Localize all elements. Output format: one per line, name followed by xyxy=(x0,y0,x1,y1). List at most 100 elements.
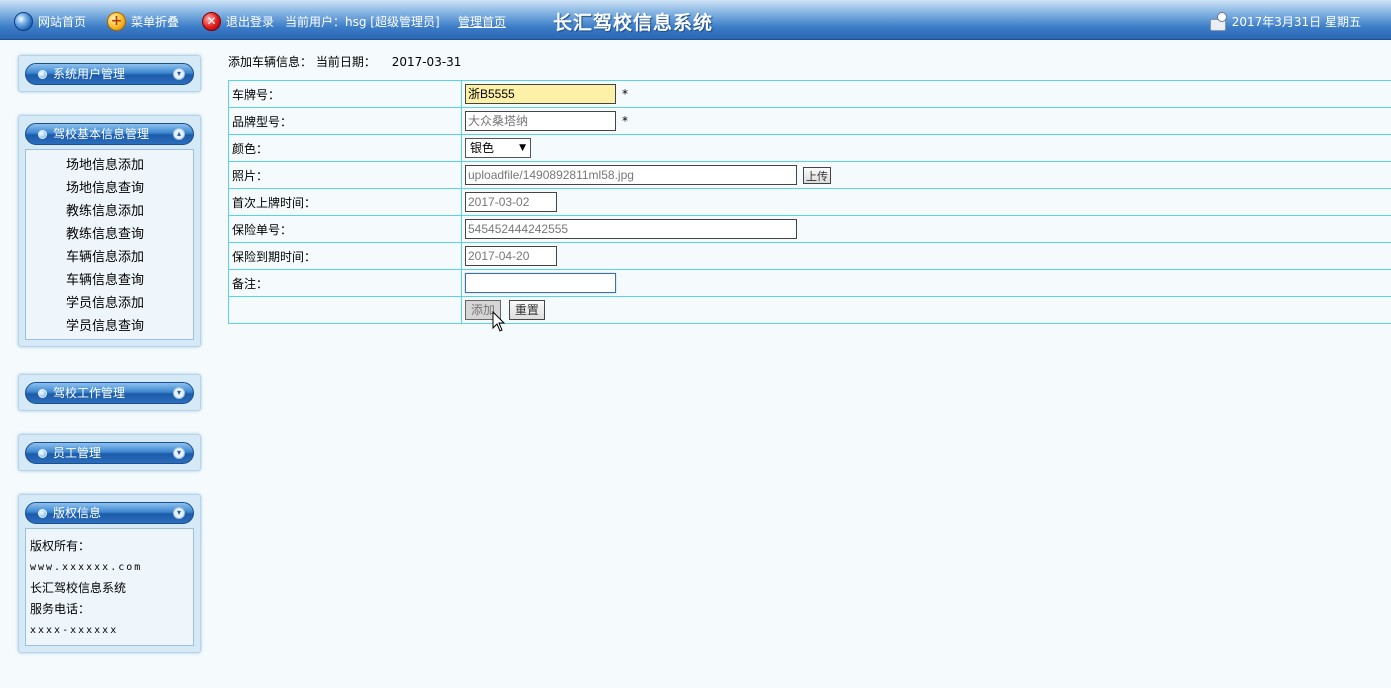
form-row-photo: 照片： uploadfile/1490892811ml58.jpg 上传 xyxy=(228,161,1391,189)
logout-link[interactable]: ✕ 退出登录 xyxy=(202,11,274,31)
chevron-down-icon[interactable]: ▾ xyxy=(173,447,185,459)
menu-toggle-label: 菜单折叠 xyxy=(131,14,180,29)
insurance-expiry-label: 保险到期时间： xyxy=(228,242,462,270)
panel-menu: 场地信息添加 场地信息查询 教练信息添加 教练信息查询 车辆信息添加 车辆信息查… xyxy=(25,149,194,340)
bullet-icon xyxy=(38,130,47,139)
panel-title: 驾校工作管理 xyxy=(53,386,126,400)
system-title: 长汇驾校信息系统 xyxy=(553,12,714,34)
panel-header-system-users[interactable]: 系统用户管理 ▾ xyxy=(25,63,194,85)
panel-title: 员工管理 xyxy=(53,446,102,460)
bullet-icon xyxy=(38,70,47,79)
menu-item-coach-add[interactable]: 教练信息添加 xyxy=(26,200,193,223)
panel-school-work: 驾校工作管理 ▾ xyxy=(18,374,201,411)
date-value: 2017-03-31 xyxy=(391,55,462,69)
first-registration-label: 首次上牌时间： xyxy=(228,188,462,216)
close-icon: ✕ xyxy=(202,11,221,31)
copyright-body: 版权所有： www.xxxxxx.com 长汇驾校信息系统 服务电话： xxxx… xyxy=(25,528,194,646)
plate-input[interactable]: 浙B5555 xyxy=(465,84,616,104)
date-text: 2017年3月31日 星期五 xyxy=(1231,14,1361,29)
panel-header-school-basic-info[interactable]: 驾校基本信息管理 ▴ xyxy=(25,123,194,145)
date-label: 当前日期： xyxy=(315,55,376,69)
required-mark: * xyxy=(622,86,628,101)
admin-home-label: 管理首页 xyxy=(458,14,507,29)
home-link[interactable]: 网站首页 xyxy=(14,11,86,31)
vehicle-form: 车牌号： 浙B5555 * 品牌型号： 大众桑塔纳 * 颜色： 银色 ▼ 照片： up… xyxy=(228,80,1391,324)
panel-header-school-work[interactable]: 驾校工作管理 ▾ xyxy=(25,382,194,404)
form-row-insurance-number: 保险单号： 545452444242555 xyxy=(228,215,1391,243)
insurance-number-label: 保险单号： xyxy=(228,215,462,243)
remark-input[interactable] xyxy=(465,273,616,293)
page-heading: 添加车辆信息： 当前日期： 2017-03-31 xyxy=(228,53,461,70)
model-input[interactable]: 大众桑塔纳 xyxy=(465,111,616,131)
photo-cell: uploadfile/1490892811ml58.jpg 上传 xyxy=(461,161,1391,189)
color-cell: 银色 ▼ xyxy=(461,134,1391,162)
home-link-label: 网站首页 xyxy=(38,14,87,29)
globe-icon xyxy=(14,11,33,31)
first-registration-input[interactable]: 2017-03-02 xyxy=(465,192,557,212)
mouse-cursor-icon xyxy=(492,311,506,332)
chevron-down-icon[interactable]: ▾ xyxy=(173,387,185,399)
current-user-text: 当前用户：hsg [超级管理员] xyxy=(285,14,440,29)
top-bar: 网站首页 + 菜单折叠 ✕ 退出登录 当前用户：hsg [超级管理员] 管理首页… xyxy=(0,0,1391,40)
plate-cell: 浙B5555 * xyxy=(461,80,1391,108)
clock-icon xyxy=(1208,11,1228,31)
color-label: 颜色： xyxy=(228,134,462,162)
form-row-model: 品牌型号： 大众桑塔纳 * xyxy=(228,107,1391,135)
menu-item-vehicle-query[interactable]: 车辆信息查询 xyxy=(26,269,193,292)
bullet-icon xyxy=(38,389,47,398)
required-mark: * xyxy=(622,113,628,128)
reset-button[interactable]: 重置 xyxy=(508,300,545,320)
plus-icon: + xyxy=(107,11,126,31)
copyright-system-name: 长汇驾校信息系统 xyxy=(30,581,127,595)
menu-item-venue-add[interactable]: 场地信息添加 xyxy=(26,154,193,177)
panel-header-copyright[interactable]: 版权信息 ▾ xyxy=(25,502,194,524)
bullet-icon xyxy=(38,509,47,518)
menu-item-student-query[interactable]: 学员信息查询 xyxy=(26,315,193,338)
color-select[interactable]: 银色 ▼ xyxy=(465,138,531,158)
model-label: 品牌型号： xyxy=(228,107,462,135)
chevron-down-icon[interactable]: ▾ xyxy=(173,507,185,519)
menu-item-venue-query[interactable]: 场地信息查询 xyxy=(26,177,193,200)
first-registration-cell: 2017-03-02 xyxy=(461,188,1391,216)
admin-home-link[interactable]: 管理首页 xyxy=(458,11,506,31)
bullet-icon xyxy=(38,449,47,458)
photo-path-input[interactable]: uploadfile/1490892811ml58.jpg xyxy=(465,165,797,185)
insurance-number-input[interactable]: 545452444242555 xyxy=(465,219,797,239)
menu-item-coach-query[interactable]: 教练信息查询 xyxy=(26,223,193,246)
chevron-up-icon[interactable]: ▴ xyxy=(173,128,185,140)
dropdown-arrow-icon: ▼ xyxy=(519,143,526,153)
form-row-actions: 添加 重置 xyxy=(228,296,1391,324)
menu-item-vehicle-add[interactable]: 车辆信息添加 xyxy=(26,246,193,269)
panel-copyright: 版权信息 ▾ 版权所有： www.xxxxxx.com 长汇驾校信息系统 服务电… xyxy=(18,494,201,653)
insurance-expiry-input[interactable]: 2017-04-20 xyxy=(465,246,557,266)
panel-header-staff[interactable]: 员工管理 ▾ xyxy=(25,442,194,464)
menu-item-student-add[interactable]: 学员信息添加 xyxy=(26,292,193,315)
form-row-first-registration: 首次上牌时间： 2017-03-02 xyxy=(228,188,1391,216)
insurance-number-cell: 545452444242555 xyxy=(461,215,1391,243)
panel-title: 驾校基本信息管理 xyxy=(53,127,150,141)
menu-toggle-link[interactable]: + 菜单折叠 xyxy=(107,11,179,31)
page-title: 添加车辆信息： xyxy=(228,55,313,69)
actions-label-cell xyxy=(228,296,462,324)
panel-system-users: 系统用户管理 ▾ xyxy=(18,55,201,92)
photo-label: 照片： xyxy=(228,161,462,189)
panel-title: 版权信息 xyxy=(53,506,102,520)
panel-title: 系统用户管理 xyxy=(53,67,126,81)
upload-button[interactable]: 上传 xyxy=(803,166,831,184)
form-row-color: 颜色： 银色 ▼ xyxy=(228,134,1391,162)
form-row-insurance-expiry: 保险到期时间： 2017-04-20 xyxy=(228,242,1391,270)
model-cell: 大众桑塔纳 * xyxy=(461,107,1391,135)
actions-cell: 添加 重置 xyxy=(461,296,1391,324)
plate-label: 车牌号： xyxy=(228,80,462,108)
insurance-expiry-cell: 2017-04-20 xyxy=(461,242,1391,270)
panel-school-basic-info: 驾校基本信息管理 ▴ 场地信息添加 场地信息查询 教练信息添加 教练信息查询 车… xyxy=(18,115,201,347)
chevron-down-icon[interactable]: ▾ xyxy=(173,68,185,80)
copyright-site: www.xxxxxx.com xyxy=(30,562,143,573)
date-display: 2017年3月31日 星期五 xyxy=(1208,11,1361,31)
remark-label: 备注： xyxy=(228,269,462,297)
panel-staff: 员工管理 ▾ xyxy=(18,434,201,471)
service-phone: xxxx-xxxxxx xyxy=(30,625,119,636)
copyright-label: 版权所有： xyxy=(30,539,91,553)
service-phone-label: 服务电话： xyxy=(30,602,91,616)
remark-cell xyxy=(461,269,1391,297)
